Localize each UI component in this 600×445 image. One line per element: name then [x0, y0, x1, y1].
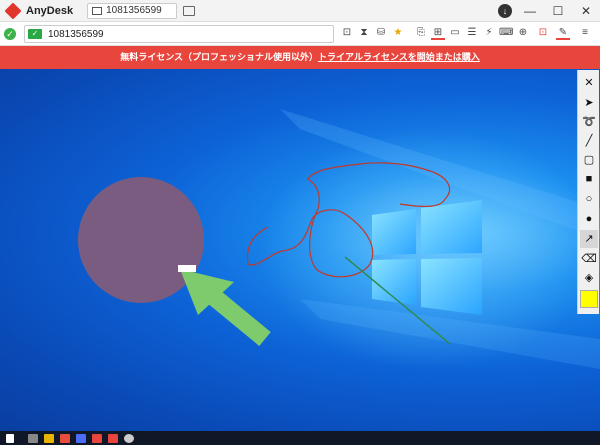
menu-icon[interactable]: ≡	[578, 26, 592, 40]
minimize-button[interactable]: —	[516, 0, 544, 22]
start-icon[interactable]	[6, 433, 14, 443]
trial-license-link[interactable]: トライアルライセンスを開始または購入	[318, 52, 480, 62]
windows-logo-pane	[372, 209, 416, 255]
anydesk-taskbar-icon[interactable]	[92, 433, 102, 443]
session-tab[interactable]: 1081356599	[87, 2, 178, 19]
address-bar: ✓ ✓ 1081356599 ⊡ ⧗ ⛁ ★ ⎘ ⊞ ▭ ☰ ⚡ ⌨ ⊕ ⊡ ✎…	[0, 22, 600, 46]
recording-icon[interactable]: ⊡	[536, 26, 550, 40]
remote-taskbar	[0, 431, 600, 445]
color-picker-swatch[interactable]	[580, 290, 598, 308]
circle-outline-tool-icon[interactable]: ○	[580, 190, 598, 208]
drawn-circle-shape	[78, 177, 204, 303]
whiteboard-pen-tool-icon[interactable]: ➰	[580, 113, 598, 131]
database-icon[interactable]: ⛁	[374, 26, 388, 40]
chrome-icon[interactable]	[60, 433, 70, 443]
anydesk-logo-icon	[4, 2, 22, 19]
remote-desktop-view[interactable]	[0, 69, 600, 431]
pointer-tool-icon[interactable]: ➤	[580, 94, 598, 112]
chat-icon[interactable]: ▭	[448, 26, 462, 40]
hourglass-icon[interactable]: ⧗	[357, 26, 371, 40]
line-tool-icon[interactable]: ╱	[580, 132, 598, 150]
license-banner: 無料ライセンス（プロフェッショナル使用以外）トライアルライセンスを開始または購入	[0, 46, 600, 69]
clear-all-tool-icon[interactable]: ◈	[580, 269, 598, 287]
app-icon[interactable]	[76, 433, 86, 443]
windows-logo-pane	[421, 258, 482, 315]
connection-status-icon: ✓	[4, 27, 16, 40]
permissions-icon[interactable]: ⊕	[516, 26, 530, 40]
close-tool-icon[interactable]: ✕	[580, 74, 598, 92]
session-tab-label: 1081356599	[106, 5, 162, 16]
session-info-icon[interactable]: ⊡	[340, 26, 354, 40]
keyboard-icon[interactable]: ⌨	[499, 26, 513, 40]
action-lightning-icon[interactable]: ⚡	[482, 26, 496, 40]
connected-icon: ✓	[28, 29, 42, 39]
rectangle-filled-tool-icon[interactable]: ■	[580, 170, 598, 188]
file-transfer-icon[interactable]: ⎘	[414, 26, 428, 40]
windows-logo-pane	[421, 200, 482, 254]
app-title: AnyDesk	[26, 4, 74, 17]
explorer-icon[interactable]	[44, 433, 54, 443]
cursor-label-shape	[178, 265, 196, 272]
favorite-star-icon[interactable]: ★	[391, 26, 405, 40]
app-icon[interactable]	[108, 433, 118, 443]
new-session-tab-icon[interactable]	[183, 5, 196, 16]
settings-icon[interactable]	[124, 433, 134, 443]
monitor-select-icon[interactable]: ⊞	[431, 26, 445, 40]
remote-id: 1081356599	[48, 28, 104, 40]
eraser-tool-icon[interactable]: ⌫	[580, 250, 598, 268]
remote-address-field[interactable]: ✓ 1081356599	[24, 25, 334, 43]
title-bar: AnyDesk 1081356599 ↓ — ☐ ✕	[0, 0, 600, 22]
arrow-tool-icon[interactable]: ↗	[580, 230, 598, 248]
whiteboard-canvas	[78, 109, 600, 369]
circle-filled-tool-icon[interactable]: ●	[580, 210, 598, 228]
whiteboard-pen-icon[interactable]: ✎	[556, 26, 570, 40]
banner-text: 無料ライセンス（プロフェッショナル使用以外）	[120, 52, 319, 62]
rectangle-outline-tool-icon[interactable]: ▢	[580, 151, 598, 169]
monitor-icon	[92, 6, 103, 15]
search-icon[interactable]	[28, 433, 38, 443]
maximize-button[interactable]: ☐	[544, 0, 572, 22]
close-button[interactable]: ✕	[572, 0, 600, 22]
drawn-arrow-shaft	[202, 285, 271, 346]
whiteboard-toolbar: ✕ ➤ ➰ ╱ ▢ ■ ○ ● ↗ ⌫ ◈	[577, 70, 599, 314]
comment-icon[interactable]: ☰	[465, 26, 479, 40]
download-icon[interactable]: ↓	[498, 4, 512, 18]
